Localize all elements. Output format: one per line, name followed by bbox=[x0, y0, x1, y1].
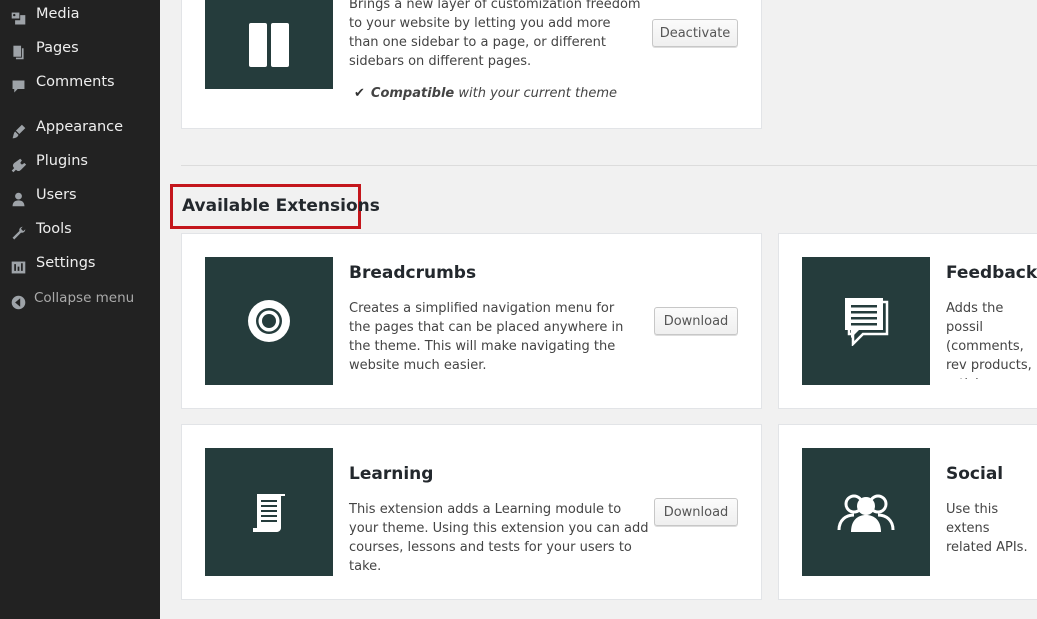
extension-title: Feedback bbox=[946, 263, 1037, 283]
extension-description: Brings a new layer of customization free… bbox=[349, 0, 641, 69]
extension-thumbnail bbox=[802, 257, 930, 385]
collapse-menu-button[interactable]: Collapse menu bbox=[0, 286, 160, 316]
sidebar-item-plugins[interactable]: Plugins bbox=[0, 149, 160, 179]
sidebar-item-media[interactable]: Media bbox=[0, 2, 160, 32]
sidebar-item-pages[interactable]: Pages bbox=[0, 36, 160, 66]
download-button[interactable]: Download bbox=[654, 307, 738, 335]
compatible-label: Compatible bbox=[370, 86, 455, 101]
extension-description-clip: Brings a new layer of customization free… bbox=[349, 0, 649, 75]
tools-icon bbox=[9, 224, 27, 242]
sidebar-item-label: Settings bbox=[36, 255, 96, 271]
sidebar-item-settings[interactable]: Settings bbox=[0, 251, 160, 281]
extension-description: Use this extens related APIs. Ot extensi… bbox=[946, 502, 1029, 560]
sidebar-item-label: Plugins bbox=[36, 153, 88, 169]
sidebar-item-comments[interactable]: Comments bbox=[0, 70, 160, 100]
section-divider bbox=[181, 165, 1037, 166]
sidebar-item-label: Media bbox=[36, 6, 80, 22]
plugins-icon bbox=[9, 156, 27, 174]
extension-thumbnail bbox=[205, 257, 333, 385]
admin-sidebar: Media Pages Comments Appearance Plugins … bbox=[0, 0, 160, 619]
social-users-icon bbox=[837, 494, 895, 532]
extension-description-clip: Adds the possil (comments, rev products,… bbox=[946, 299, 1037, 379]
sidebar-item-label: Pages bbox=[36, 40, 79, 56]
compatible-rest: with your current theme bbox=[454, 86, 618, 101]
pages-icon bbox=[9, 43, 27, 61]
extension-description: This extension adds a Learning module to… bbox=[349, 502, 649, 574]
deactivate-button[interactable]: Deactivate bbox=[652, 19, 738, 47]
media-icon bbox=[9, 9, 27, 27]
sidebar-item-label: Appearance bbox=[36, 119, 124, 135]
appearance-icon bbox=[9, 122, 27, 140]
comments-icon bbox=[9, 77, 27, 95]
extension-title: Breadcrumbs bbox=[349, 263, 477, 283]
learning-scroll-icon bbox=[253, 494, 285, 532]
sidebar-item-users[interactable]: Users bbox=[0, 183, 160, 213]
extension-title: Social bbox=[946, 464, 1004, 484]
users-icon bbox=[9, 190, 27, 208]
sidebar-item-appearance[interactable]: Appearance bbox=[0, 115, 160, 145]
extension-thumbnail bbox=[205, 0, 333, 89]
compatibility-note: ✔ Compatible with your current theme bbox=[354, 86, 617, 101]
extension-title: Learning bbox=[349, 464, 434, 484]
collapse-arrow-icon bbox=[9, 293, 27, 311]
section-heading: Available Extensions bbox=[182, 196, 380, 216]
feedback-chat-icon bbox=[845, 298, 889, 346]
sidebar-item-label: Comments bbox=[36, 74, 115, 90]
collapse-menu-label: Collapse menu bbox=[34, 290, 135, 306]
extension-description-clip: Use this extens related APIs. Ot extensi… bbox=[946, 500, 1037, 560]
extension-description: Creates a simplified navigation menu for… bbox=[349, 301, 624, 373]
settings-icon bbox=[9, 258, 27, 276]
sidebar-item-label: Tools bbox=[36, 221, 72, 237]
extension-thumbnail bbox=[802, 448, 930, 576]
download-button[interactable]: Download bbox=[654, 498, 738, 526]
sidebars-icon bbox=[249, 22, 289, 67]
checkmark-icon: ✔ bbox=[354, 86, 365, 101]
sidebar-item-label: Users bbox=[36, 187, 77, 203]
sidebar-item-tools[interactable]: Tools bbox=[0, 217, 160, 247]
extension-thumbnail bbox=[205, 448, 333, 576]
extension-description: Adds the possil (comments, rev products,… bbox=[946, 301, 1032, 379]
breadcrumbs-target-icon bbox=[248, 300, 290, 342]
